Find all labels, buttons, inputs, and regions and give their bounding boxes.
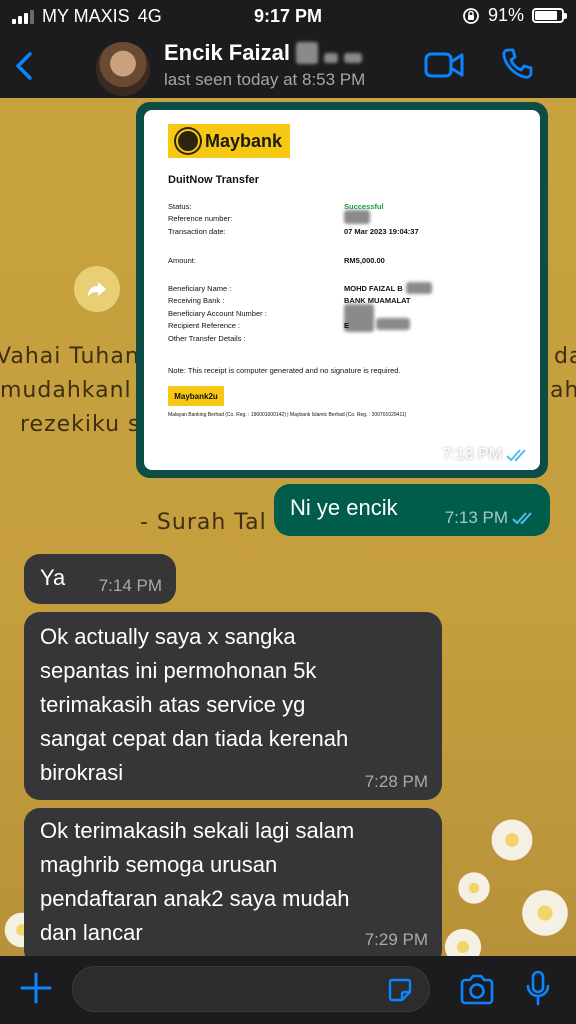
incoming-message[interactable]: Ok terimakasih sekali lagi salam maghrib… [24, 808, 442, 956]
receipt-label: Beneficiary Account Number : [168, 309, 267, 318]
message-time: 7:14 PM [98, 576, 162, 595]
contact-info[interactable]: Encik Faizal last seen today at 8:53 PM [164, 40, 365, 90]
message-time: 7:28 PM [364, 772, 428, 791]
wallpaper-flower [440, 924, 486, 956]
message-text: Ya [40, 565, 66, 590]
redacted-value [406, 282, 432, 294]
transfer-receipt-image: Maybank DuitNow Transfer Status: Success… [144, 110, 540, 470]
phone-call-icon[interactable] [500, 47, 534, 81]
receipt-label: Recipient Reference : [168, 321, 241, 330]
forward-icon [88, 282, 106, 297]
status-right: 91% [462, 5, 567, 26]
tiger-emblem-icon [176, 129, 200, 153]
incoming-message[interactable]: Ya 7:14 PM [24, 554, 176, 604]
wallpaper-flower [486, 814, 538, 866]
message-meta: 7:13 PM [445, 508, 536, 528]
redacted-value [376, 318, 410, 330]
message-text: Ok terimakasih sekali lagi salam maghrib… [40, 818, 355, 945]
message-input[interactable] [72, 966, 430, 1012]
contact-avatar[interactable] [96, 42, 150, 96]
message-time: 7:13 PM [442, 446, 502, 463]
receipt-value: RM5,000.00 [344, 256, 385, 265]
message-meta: 7:13 PM [442, 446, 530, 464]
camera-icon[interactable] [458, 974, 496, 1006]
redacted-name-part [323, 53, 338, 63]
maybank-logo: Maybank [168, 124, 290, 158]
receipt-label: Reference number: [168, 214, 233, 223]
battery-icon [532, 8, 567, 23]
battery-level-fill [535, 11, 557, 20]
wallpaper-text: mudahkanl [0, 378, 132, 403]
maybank-logo-text: Maybank [205, 130, 283, 151]
receipt-footer: Malayan Banking Berhad (Co. Reg. : 19600… [168, 412, 407, 418]
message-time: 7:29 PM [364, 930, 428, 949]
redacted-name-part [295, 42, 318, 64]
contact-name: Encik Faizal [164, 40, 290, 65]
battery-percentage: 91% [487, 5, 524, 25]
chat-header: Encik Faizal last seen today at 8:53 PM [0, 34, 576, 98]
receipt-title: DuitNow Transfer [168, 174, 260, 186]
receipt-label: Amount: [168, 256, 196, 265]
sticker-icon[interactable] [386, 976, 414, 1004]
redacted-value [344, 210, 370, 224]
read-receipt-icon [506, 449, 526, 462]
chat-area[interactable]: Vahai Tuhan mudahkanl rezekiku s - Surah… [0, 98, 576, 956]
outgoing-message[interactable]: Ni ye encik 7:13 PM [274, 484, 550, 536]
redacted-name-part [343, 53, 362, 63]
read-receipt-icon [512, 512, 532, 525]
whatsapp-chat-screen: MY MAXIS 4G 9:17 PM 91% Encik Faizal las… [0, 0, 576, 1024]
maybank2u-logo: Maybank2u [168, 386, 224, 406]
forward-button[interactable] [74, 266, 120, 312]
status-bar: MY MAXIS 4G 9:17 PM 91% [0, 0, 576, 34]
video-call-icon[interactable] [424, 51, 464, 79]
message-time: 7:13 PM [444, 508, 508, 527]
wallpaper-text: Vahai Tuhan [0, 344, 140, 369]
receipt-label: Status: [168, 202, 192, 211]
receipt-label: Other Transfer Details : [168, 334, 246, 343]
message-composer-bar [0, 956, 576, 1024]
plus-icon[interactable] [18, 970, 54, 1006]
image-message[interactable]: Maybank DuitNow Transfer Status: Success… [136, 102, 548, 478]
receipt-label: Beneficiary Name : [168, 284, 232, 293]
last-seen-status: last seen today at 8:53 PM [164, 70, 366, 89]
wallpaper-flower [454, 868, 494, 908]
orientation-lock-icon [463, 7, 479, 24]
microphone-icon[interactable] [524, 970, 552, 1008]
wallpaper-text: ah [550, 378, 576, 403]
receipt-value: 07 Mar 2023 19:04:37 [344, 227, 419, 236]
receipt-label: Transaction date: [168, 227, 226, 236]
message-text: Ni ye encik [290, 495, 398, 520]
wallpaper-flower [516, 884, 574, 942]
receipt-note: Note: This receipt is computer generated… [168, 366, 401, 375]
wallpaper-text: - Surah Tal [140, 510, 267, 535]
wallpaper-text: rezekiku s [20, 412, 141, 437]
wallpaper-text: da [554, 344, 576, 369]
receipt-value: E [344, 321, 350, 330]
receipt-label: Receiving Bank : [168, 296, 225, 305]
receipt-value: MOHD FAIZAL B [344, 284, 403, 293]
message-text: Ok actually saya x sangka sepantas ini p… [40, 624, 349, 785]
back-chevron-icon[interactable] [10, 46, 40, 86]
incoming-message[interactable]: Ok actually saya x sangka sepantas ini p… [24, 612, 442, 800]
